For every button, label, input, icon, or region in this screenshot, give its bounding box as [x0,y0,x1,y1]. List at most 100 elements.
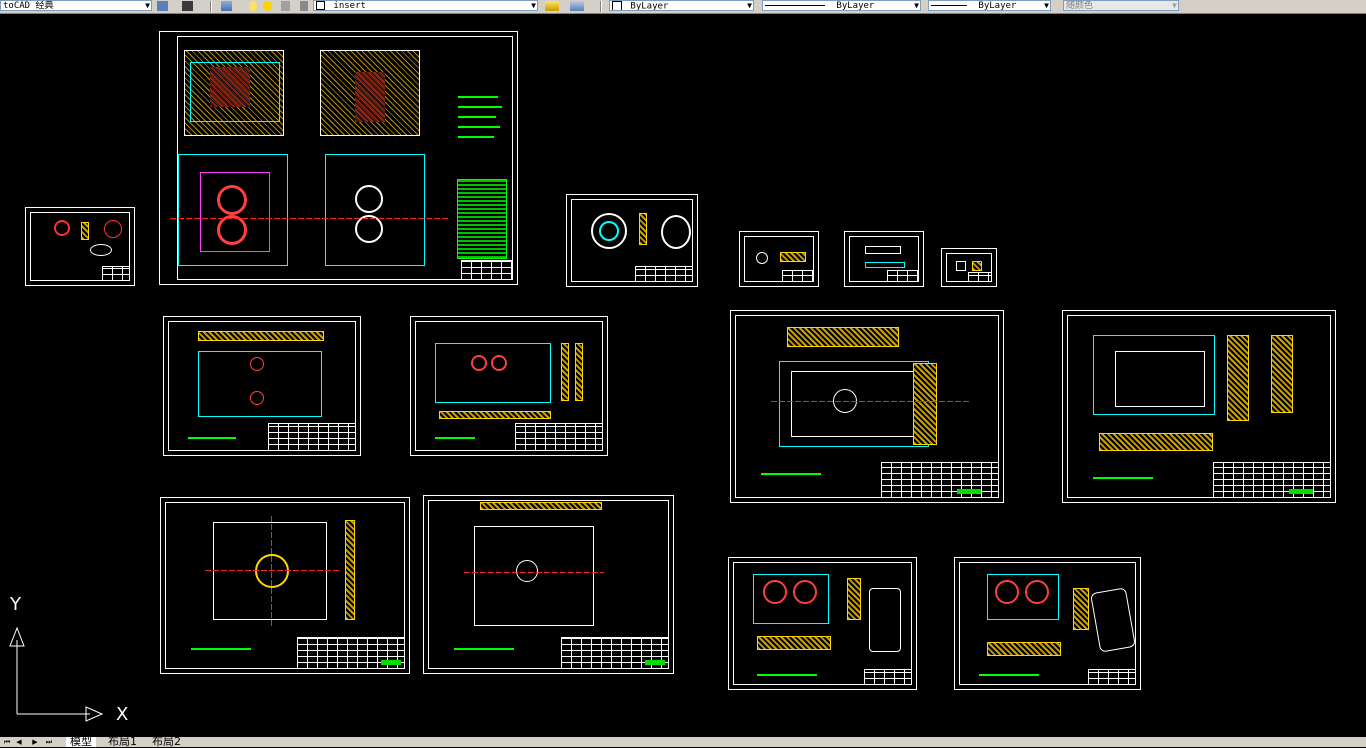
tech-note-line [761,473,821,475]
runner-area [355,72,385,122]
drawing-sheet-small-4 [941,248,997,287]
section-hatch [780,252,806,262]
center-line [771,401,971,402]
properties-toolbar: toCAD 经典 ▼ insert ▼ ByLayer ▼ ByLayer ▼ … [0,0,1366,14]
drawing-sheet-ring-part [566,194,698,287]
workspace-settings-icon[interactable] [157,1,168,11]
plate-outline [435,343,551,403]
drawing-name-box [381,660,401,665]
drawing-name-box [957,489,981,494]
section-hatch [987,642,1061,656]
center-bore-circle [516,560,538,582]
layer-previous-icon[interactable] [570,1,584,11]
layer-freeze-sun-icon[interactable] [263,1,272,11]
title-block [102,266,130,281]
section-hatch [787,327,899,347]
cavity-circle [1025,580,1049,604]
lineweight-dropdown[interactable]: ByLayer ▼ [928,0,1051,11]
section-hatch [1271,335,1293,413]
cavity-circle [995,580,1019,604]
workspace-lock-icon[interactable] [182,1,193,11]
tab-layout2[interactable]: 布局2 [152,735,181,748]
layer-lock-icon[interactable] [281,1,290,11]
section-hatch [847,578,861,620]
tab-model[interactable]: 模型 [66,736,96,747]
ucs-x-label: X [116,704,129,725]
title-block [881,462,999,498]
make-current-layer-icon[interactable] [545,1,559,11]
hole-circle [250,357,264,371]
drawing-sheet-insert-1 [728,557,917,690]
hole-circle [250,391,264,405]
workspace-dropdown[interactable]: toCAD 经典 ▼ [0,0,152,11]
title-block [515,423,603,451]
cavity-circle [355,215,383,243]
model-space-canvas[interactable] [0,13,1366,737]
title-block [1213,462,1331,498]
linetype-dropdown[interactable]: ByLayer ▼ [762,0,921,11]
first-tab-icon[interactable]: ⏮ [2,737,12,747]
next-tab-icon[interactable]: ▶ [30,737,40,747]
linetype-preview [765,5,825,6]
layer-dropdown[interactable]: insert ▼ [313,0,538,11]
cavity-circle [763,580,787,604]
section-hatch [81,222,89,240]
tab-layout1-label: 布局1 [108,735,137,748]
plotstyle-value: 随颜色 [1066,1,1094,11]
part-circle-view [104,220,122,238]
drawing-name-box [645,660,665,665]
section-hatch [480,502,602,510]
layer-plot-icon[interactable] [300,1,308,11]
title-block [864,669,912,685]
tab-layout2-label: 布局2 [152,735,181,748]
prev-tab-icon[interactable]: ◀ [14,737,24,747]
chevron-down-icon: ▼ [145,1,150,10]
section-hatch [561,343,569,401]
part-3d-view [90,244,112,256]
cavity-circle [217,185,247,215]
center-line [205,570,339,571]
drawing-sheet-small-2 [739,231,819,287]
insert-3d-view [869,588,901,652]
layer-on-bulb-icon[interactable] [249,1,257,11]
linetype-value: ByLayer [836,1,875,11]
drawing-sheet-plate-6 [423,495,674,674]
part-view [956,261,966,271]
drawing-sheet-plate-4 [1062,310,1336,503]
drawing-sheet-assembly [159,31,518,285]
tech-note-line [979,674,1039,676]
tab-layout1[interactable]: 布局1 [108,735,137,748]
title-block [968,272,992,282]
layer-value: insert [333,1,366,11]
title-block [887,270,919,282]
tech-note-line [191,648,251,650]
cavity-circle [355,185,383,213]
title-block [1088,669,1136,685]
cavity-circle [471,355,487,371]
section-hatch [639,213,647,245]
drawing-sheet-insert-2 [954,557,1141,690]
plotstyle-dropdown[interactable]: 随颜色 ▼ [1063,0,1179,11]
title-block [268,423,356,451]
last-tab-icon[interactable]: ⏭ [44,737,54,747]
section-hatch [1227,335,1249,421]
part-circle-view [756,252,768,264]
section-hatch [757,636,831,650]
section-hatch [439,411,551,419]
part-side-view [865,262,905,268]
tech-note-line [458,126,500,128]
tech-note-line [1093,477,1153,479]
color-dropdown[interactable]: ByLayer ▼ [609,0,754,11]
tech-note-line [458,106,502,108]
section-hatch [1099,433,1213,451]
cavity-circle [217,215,247,245]
part-circle-view [54,220,70,236]
layer-manager-icon[interactable] [221,1,232,11]
cavity-circle [491,355,507,371]
drawing-name-box [1289,489,1313,494]
ring-3d-view [661,215,691,249]
chevron-down-icon: ▼ [1172,1,1177,10]
section-hatch [913,363,937,445]
tech-note-line [458,96,498,98]
tech-note-line [458,136,494,138]
